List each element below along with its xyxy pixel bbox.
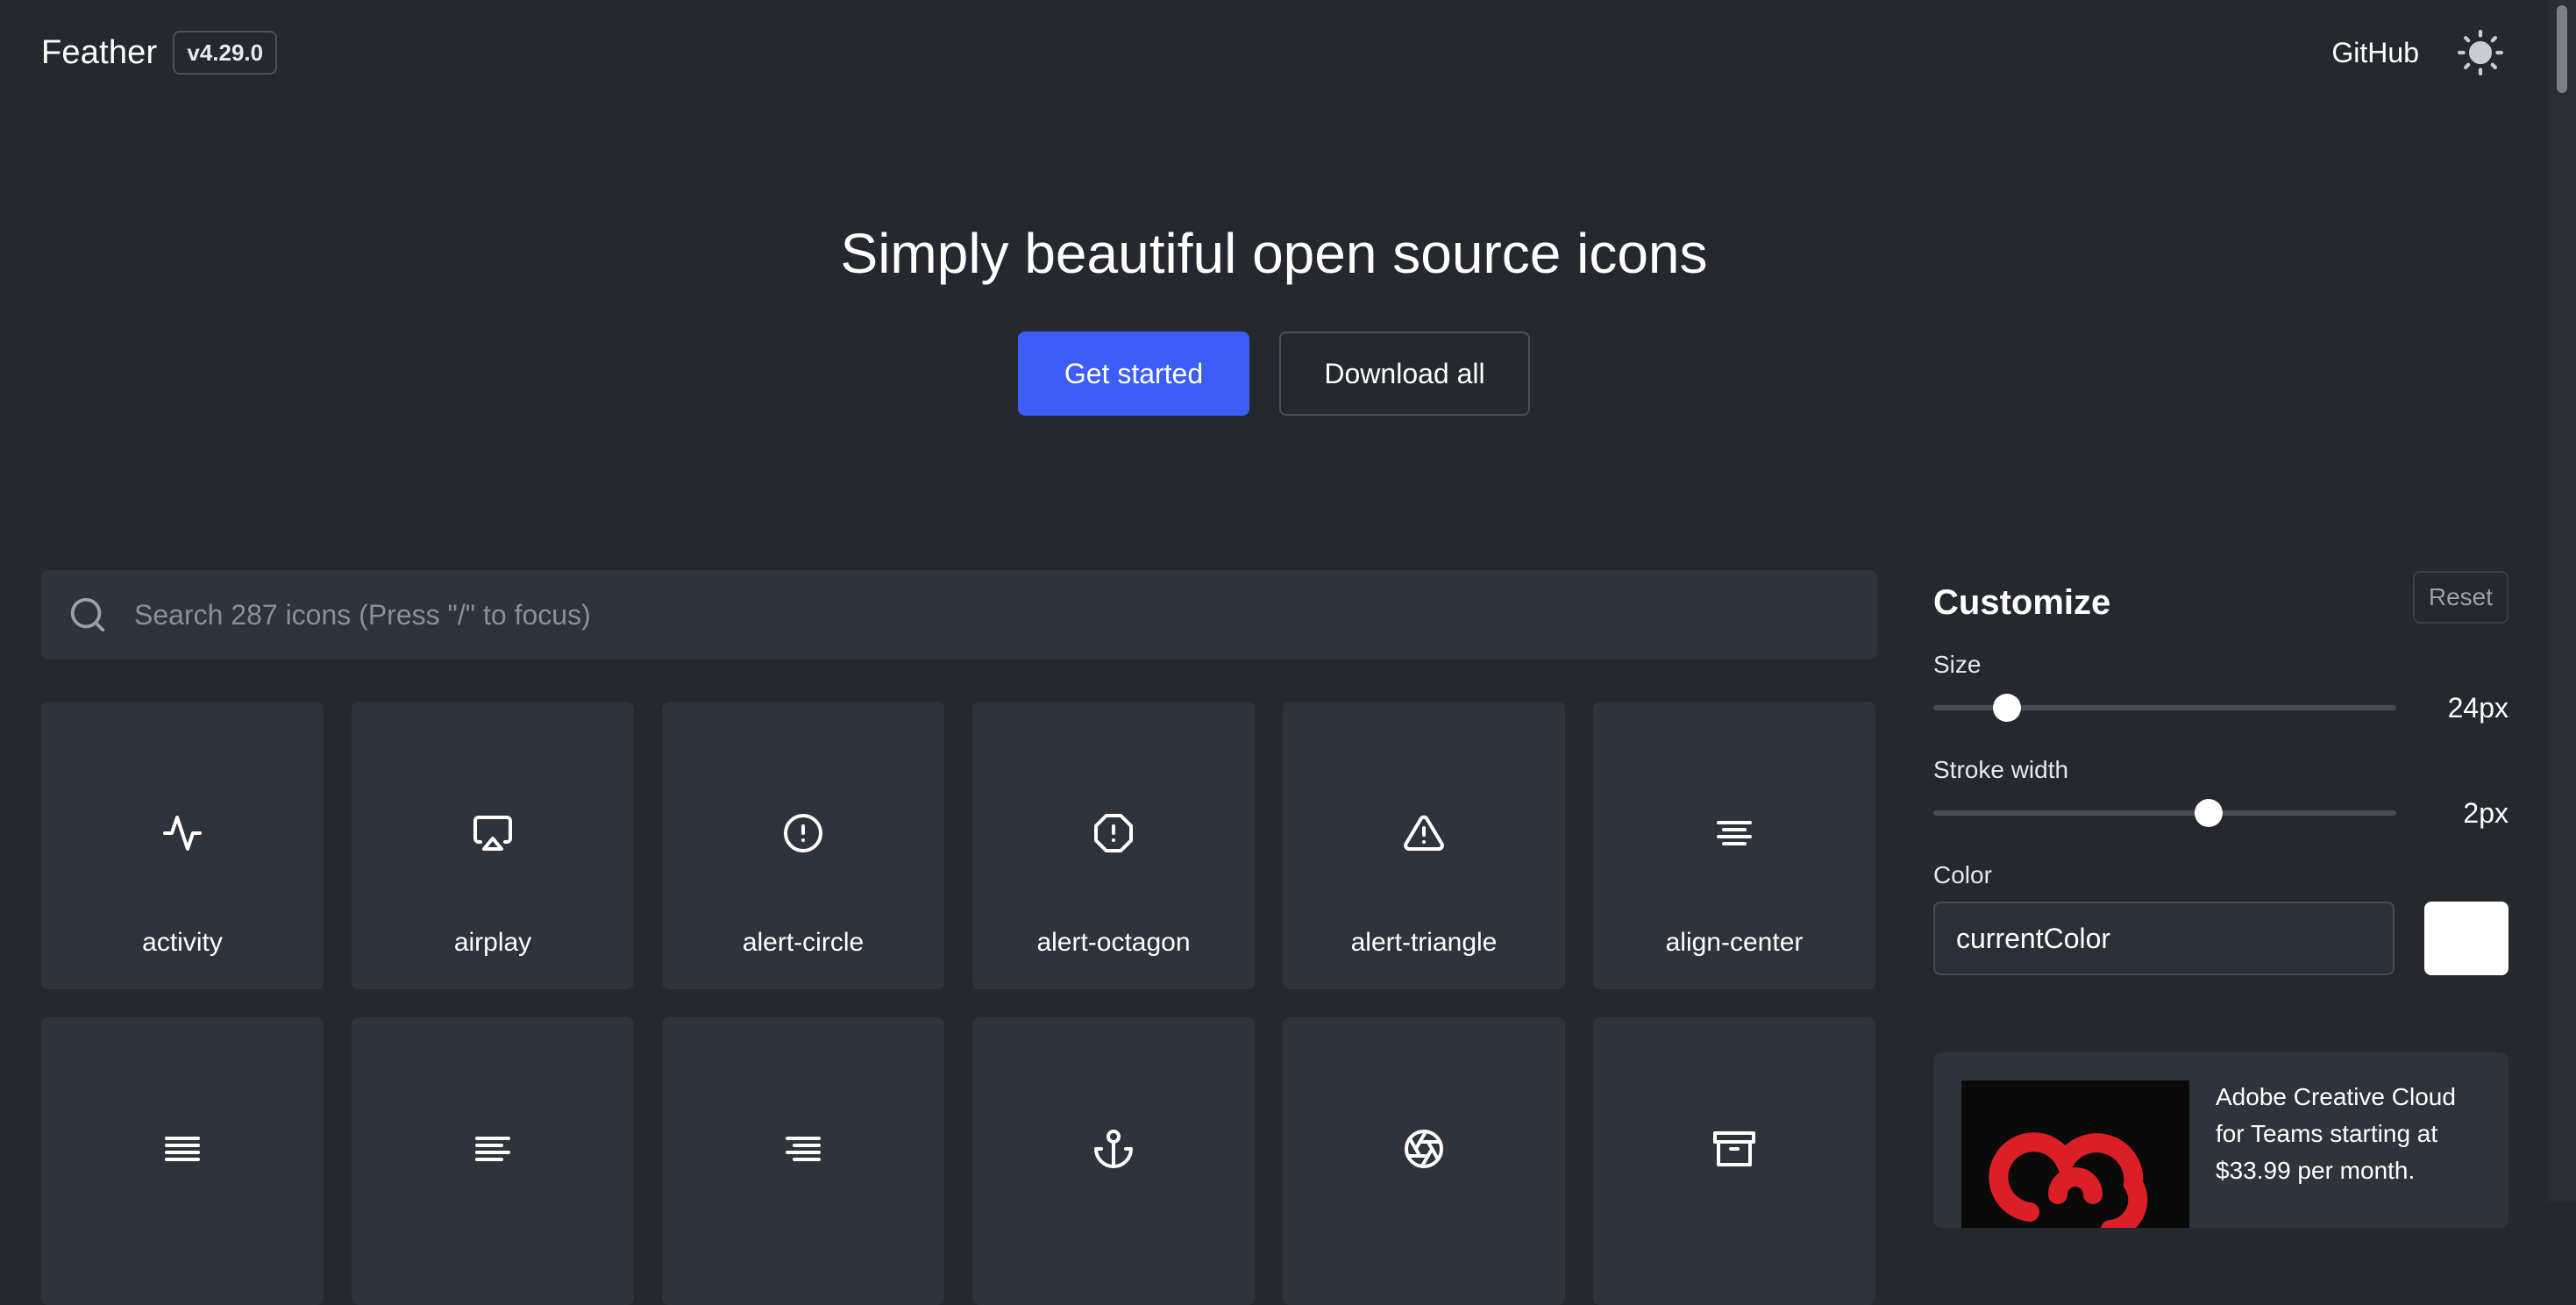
stroke-width-slider-row: 2px xyxy=(1933,791,2508,835)
page-scrollbar[interactable] xyxy=(2548,0,2576,1202)
airplay-icon xyxy=(473,816,512,851)
hero-title: Simply beautiful open source icons xyxy=(840,222,1708,285)
scrollbar-thumb[interactable] xyxy=(2557,5,2567,93)
version-badge[interactable]: v4.29.0 xyxy=(173,31,278,75)
icon-tile-alert-circle[interactable]: alert-circle xyxy=(662,702,944,989)
icon-tile-airplay[interactable]: airplay xyxy=(352,702,634,989)
size-slider-thumb[interactable] xyxy=(1993,694,2022,722)
anchor-icon xyxy=(1094,1130,1133,1168)
size-value: 24px xyxy=(2447,691,2508,724)
alert-octagon-icon xyxy=(1094,814,1133,852)
ad-image[interactable] xyxy=(1961,1080,2189,1228)
sun-icon xyxy=(2458,30,2503,75)
github-link[interactable]: GitHub xyxy=(2331,37,2419,69)
icon-tile-alert-triangle[interactable]: alert-triangle xyxy=(1283,702,1565,989)
icon-grid: activity airplay alert-circle alert-octa… xyxy=(41,702,1877,1305)
size-slider-row: 24px xyxy=(1933,686,2508,730)
aperture-icon xyxy=(1405,1130,1443,1168)
search-bar[interactable] xyxy=(41,570,1877,660)
icon-tile-activity[interactable]: activity xyxy=(41,702,324,989)
hero-actions: Get started Download all xyxy=(0,332,2548,416)
ad-text[interactable]: Adobe Creative Cloud for Teams starting … xyxy=(2216,1079,2479,1189)
icon-tile-alert-octagon[interactable]: alert-octagon xyxy=(972,702,1255,989)
brand-logo-text[interactable]: Feather xyxy=(41,34,157,72)
search-input[interactable] xyxy=(132,597,1877,632)
alert-triangle-icon xyxy=(1404,815,1444,851)
header-actions: GitHub xyxy=(2331,26,2507,79)
archive-icon xyxy=(1713,1131,1755,1166)
icon-tile-align-center[interactable]: align-center xyxy=(1593,702,1875,989)
size-slider[interactable] xyxy=(1933,694,2396,722)
customize-panel: Customize Reset Size 24px Stroke width 2… xyxy=(1933,570,2508,1228)
download-all-button[interactable]: Download all xyxy=(1279,332,1530,416)
align-left-icon xyxy=(475,1137,510,1161)
customize-title: Customize xyxy=(1933,582,2111,622)
align-center-icon xyxy=(1717,821,1752,845)
icon-tile-aperture[interactable] xyxy=(1283,1017,1565,1305)
header: Feather v4.29.0 GitHub xyxy=(41,26,2507,79)
align-justify-icon xyxy=(165,1137,200,1161)
icon-tile-align-justify[interactable] xyxy=(41,1017,324,1305)
search-icon xyxy=(70,597,105,632)
size-label: Size xyxy=(1933,651,1982,678)
icon-label: align-center xyxy=(1665,928,1804,957)
color-label: Color xyxy=(1933,861,1992,888)
align-right-icon xyxy=(786,1137,821,1161)
icon-tile-align-right[interactable] xyxy=(662,1017,944,1305)
icon-tile-align-left[interactable] xyxy=(352,1017,634,1305)
icon-tile-anchor[interactable] xyxy=(972,1017,1255,1305)
color-swatch[interactable] xyxy=(2424,902,2508,975)
theme-toggle-button[interactable] xyxy=(2454,26,2507,79)
stroke-width-value: 2px xyxy=(2463,796,2508,829)
icon-label: activity xyxy=(142,928,223,957)
adobe-creative-cloud-logo-icon xyxy=(1989,1132,2148,1228)
brand: Feather v4.29.0 xyxy=(41,31,278,75)
reset-button[interactable]: Reset xyxy=(2412,571,2508,624)
stroke-width-label: Stroke width xyxy=(1933,756,2069,783)
stroke-width-slider[interactable] xyxy=(1933,799,2396,827)
icon-label: alert-triangle xyxy=(1350,928,1498,957)
icon-tile-archive[interactable] xyxy=(1593,1017,1875,1305)
color-row xyxy=(1933,902,2508,975)
stroke-width-slider-thumb[interactable] xyxy=(2195,799,2224,827)
color-input[interactable] xyxy=(1933,902,2395,975)
icon-label: alert-circle xyxy=(742,928,865,957)
customize-header: Customize Reset xyxy=(1933,570,2508,624)
alert-circle-icon xyxy=(784,814,822,852)
icon-label: airplay xyxy=(453,928,532,957)
ad-card[interactable]: Adobe Creative Cloud for Teams starting … xyxy=(1933,1052,2508,1228)
icon-label: alert-octagon xyxy=(1036,928,1191,957)
page: Feather v4.29.0 GitHub Simply beautiful … xyxy=(0,0,2548,1305)
activity-icon xyxy=(163,816,202,851)
get-started-button[interactable]: Get started xyxy=(1018,332,1249,416)
